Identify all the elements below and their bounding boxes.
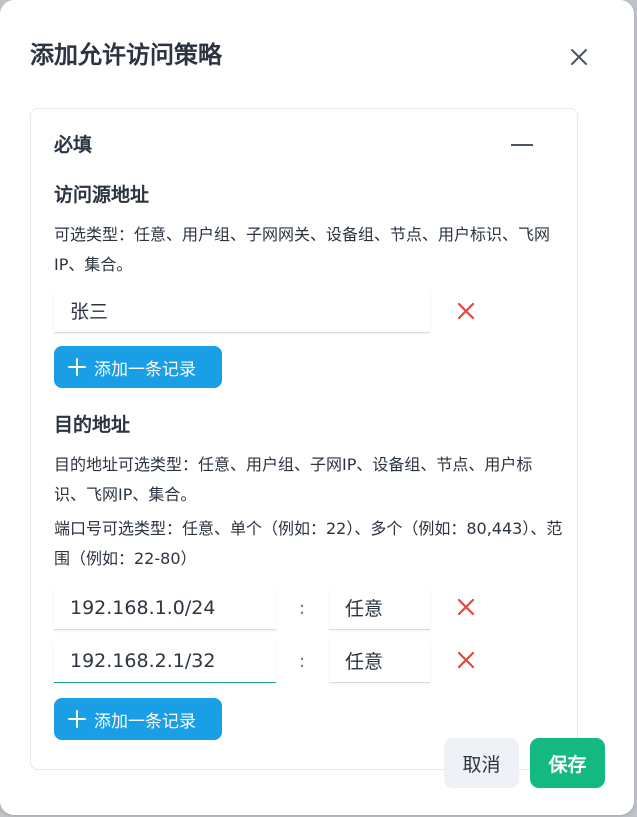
destination-title: 目的地址 — [54, 414, 131, 436]
card-title: 必填 — [54, 134, 93, 156]
delete-destination-button[interactable] — [453, 594, 479, 620]
delete-x-icon — [457, 598, 475, 616]
close-icon — [571, 49, 587, 65]
port-hint: 端口号可选类型：任意、单个（例如：22）、多个（例如：80,443）、范围（例如… — [54, 519, 563, 568]
address-port-separator: : — [299, 598, 306, 619]
close-button[interactable] — [562, 40, 596, 74]
delete-source-button[interactable] — [453, 298, 479, 324]
cancel-button[interactable]: 取消 — [444, 738, 519, 788]
minus-icon — [511, 144, 533, 146]
add-source-label: 添加一条记录 — [94, 359, 196, 380]
dialog-title: 添加允许访问策略 — [30, 41, 222, 69]
address-port-separator: : — [299, 651, 306, 672]
destination-port-input[interactable] — [329, 639, 430, 683]
delete-x-icon — [457, 651, 475, 669]
add-destination-label: 添加一条记录 — [94, 711, 196, 732]
plus-icon — [68, 358, 86, 376]
dialog: 添加允许访问策略 必填 访问源地址 可选类型：任意、用户组、子网网关、设备组、节… — [0, 0, 634, 815]
required-card: 必填 访问源地址 可选类型：任意、用户组、子网网关、设备组、节点、用户标识、飞网… — [30, 108, 578, 770]
add-destination-record-button[interactable]: 添加一条记录 — [54, 698, 222, 740]
source-input[interactable] — [54, 289, 430, 333]
collapse-button[interactable] — [507, 131, 537, 159]
source-title: 访问源地址 — [54, 184, 150, 206]
destination-address-input[interactable] — [54, 639, 276, 683]
delete-destination-button[interactable] — [453, 647, 479, 673]
destination-address-input[interactable] — [54, 586, 276, 630]
add-source-record-button[interactable]: 添加一条记录 — [54, 346, 222, 388]
destination-port-input[interactable] — [329, 586, 430, 630]
delete-x-icon — [457, 302, 475, 320]
destination-hint: 目的地址可选类型：任意、用户组、子网IP、设备组、节点、用户标识、飞网IP、集合… — [54, 455, 533, 504]
source-hint: 可选类型：任意、用户组、子网网关、设备组、节点、用户标识、飞网IP、集合。 — [54, 225, 551, 274]
plus-icon — [68, 710, 86, 728]
save-button[interactable]: 保存 — [530, 738, 605, 788]
